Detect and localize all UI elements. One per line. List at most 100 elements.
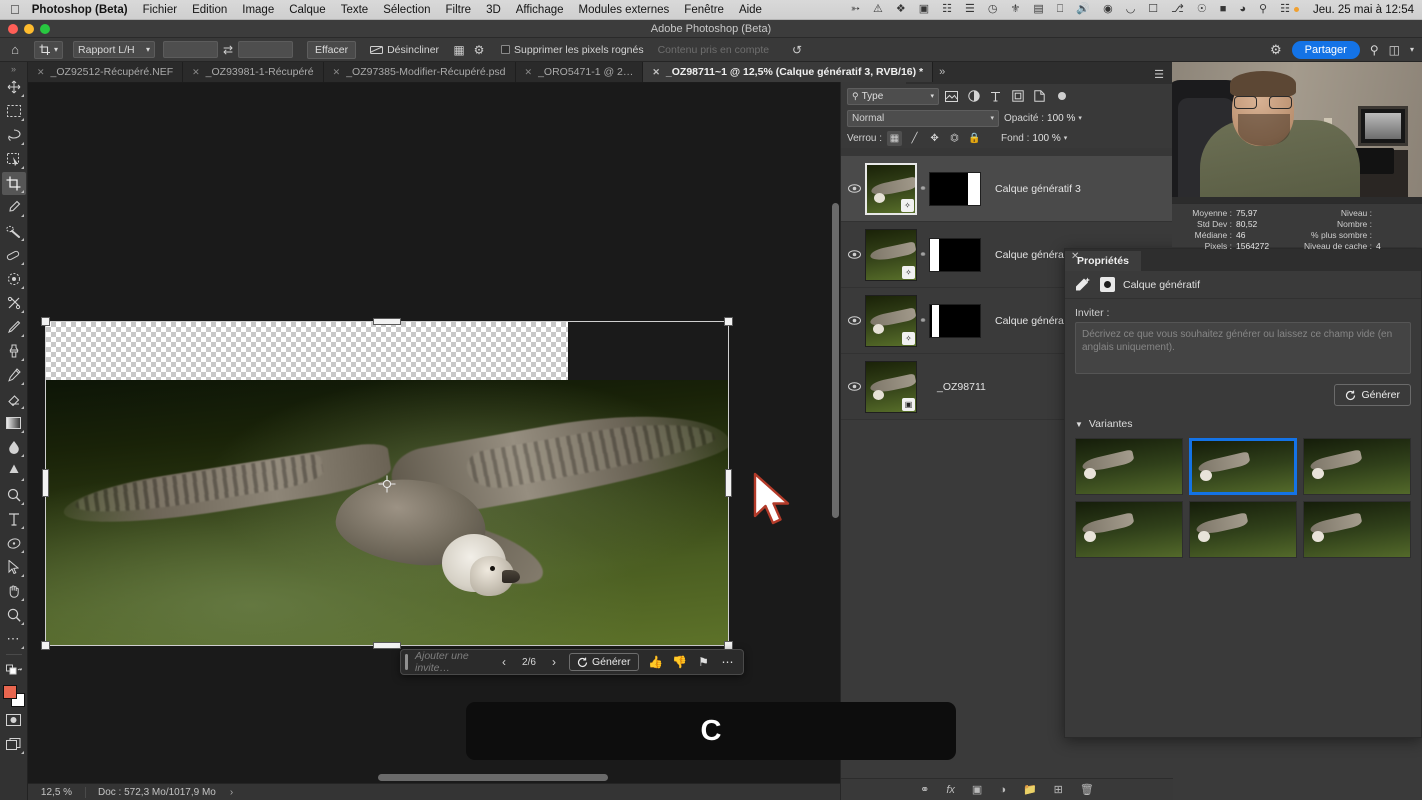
- record-icon[interactable]: ◉: [1103, 4, 1113, 15]
- layer-visibility-toggle[interactable]: [843, 316, 865, 325]
- close-icon[interactable]: ✕: [192, 67, 200, 78]
- variant-thumbnail[interactable]: [1189, 501, 1297, 558]
- variant-thumbnail[interactable]: [1075, 501, 1183, 558]
- toolbar-collapse-icon[interactable]: »: [11, 64, 16, 75]
- thumbs-up-icon[interactable]: 👍: [645, 655, 667, 669]
- text-tool[interactable]: [2, 508, 26, 531]
- menu-item-edition[interactable]: Edition: [192, 4, 227, 16]
- drag-handle[interactable]: [405, 654, 408, 670]
- content-aware-label[interactable]: Contenu pris en compte: [658, 44, 769, 56]
- status-expand-icon[interactable]: ›: [216, 787, 233, 798]
- opacity-field[interactable]: Opacité : 100 % ▾: [1004, 113, 1082, 124]
- layer-thumbnail[interactable]: ✧: [865, 228, 917, 281]
- menu-item-affichage[interactable]: Affichage: [516, 4, 564, 16]
- layer-visibility-toggle[interactable]: [843, 184, 865, 193]
- layer-thumbnail[interactable]: ✧: [865, 294, 917, 347]
- previous-variation-button[interactable]: ‹: [495, 655, 513, 669]
- lock-transparent-icon[interactable]: ▦: [887, 130, 903, 146]
- adjustment-layer-icon[interactable]: ◑: [999, 784, 1006, 796]
- new-layer-icon[interactable]: ⊞: [1054, 783, 1063, 796]
- search-icon[interactable]: ⚲: [1259, 4, 1267, 15]
- mask-link-icon[interactable]: ⚭: [917, 183, 929, 194]
- menu-clock[interactable]: Jeu. 25 mai à 12:54: [1313, 4, 1414, 16]
- fx-icon[interactable]: fx: [946, 784, 955, 796]
- lock-position-icon[interactable]: ✥: [927, 131, 942, 146]
- spot-healing-tool[interactable]: [2, 220, 26, 243]
- brush-tool[interactable]: [2, 316, 26, 339]
- maximize-window-button[interactable]: [40, 24, 50, 34]
- generative-fill-toolbar[interactable]: Ajouter une invite… ‹ 2/6 › Générer 👍 👎 …: [400, 649, 744, 675]
- clone-stamp-tool[interactable]: [2, 340, 26, 363]
- straighten-button[interactable]: Désincliner: [370, 44, 439, 56]
- marquee-tool[interactable]: [2, 100, 26, 123]
- apple-logo-icon[interactable]: : [10, 3, 20, 16]
- type-tool[interactable]: [2, 484, 26, 507]
- crop-tool[interactable]: [1, 171, 26, 195]
- blur-smudge-tool[interactable]: [2, 292, 26, 315]
- camera-icon[interactable]: ▣: [919, 4, 929, 15]
- prompt-input[interactable]: Ajouter une invite…: [415, 650, 493, 674]
- layer-thumbnail[interactable]: ✧: [865, 162, 917, 215]
- history-brush-tool[interactable]: [2, 364, 26, 387]
- add-mask-icon[interactable]: ▣: [972, 783, 982, 796]
- link-layers-icon[interactable]: ⚭: [920, 783, 929, 796]
- generate-button[interactable]: Générer: [569, 653, 639, 671]
- search-icon[interactable]: ⚲: [1370, 43, 1379, 57]
- reset-icon[interactable]: ↺: [787, 43, 807, 57]
- menu-item-fenetre[interactable]: Fenêtre: [684, 4, 724, 16]
- close-icon[interactable]: ✕: [1071, 251, 1079, 262]
- minimize-window-button[interactable]: [24, 24, 34, 34]
- prompt-textarea[interactable]: Décrivez ce que vous souhaitez générer o…: [1075, 322, 1411, 374]
- filter-toggle-icon[interactable]: [1058, 92, 1066, 100]
- menu-item-selection[interactable]: Sélection: [383, 4, 430, 16]
- transform-handle-tl[interactable]: [41, 317, 50, 326]
- swap-icon[interactable]: ⇄: [218, 43, 238, 57]
- clock-icon[interactable]: ◷: [988, 4, 998, 15]
- menu-item-filtre[interactable]: Filtre: [446, 4, 472, 16]
- pen-tool[interactable]: [2, 460, 26, 483]
- eraser-tool[interactable]: [2, 388, 26, 411]
- columns-icon[interactable]: ▤: [1033, 4, 1043, 15]
- menu-item-calque[interactable]: Calque: [289, 4, 325, 16]
- layer-name[interactable]: _OZ98711: [937, 381, 986, 393]
- chevron-down-icon[interactable]: ▾: [1410, 45, 1414, 54]
- menu-app-name[interactable]: Photoshop (Beta): [32, 4, 128, 16]
- lock-artboard-icon[interactable]: ⏣: [947, 131, 962, 146]
- be-icon[interactable]: ☐: [1148, 4, 1158, 15]
- canvas-vertical-scrollbar[interactable]: [832, 203, 839, 518]
- clipboard-icon[interactable]: ☰: [965, 4, 975, 15]
- transform-handle-top[interactable]: [373, 318, 401, 325]
- adjustment-filter-icon[interactable]: [964, 87, 983, 105]
- menu-item-image[interactable]: Image: [242, 4, 274, 16]
- variants-section-header[interactable]: ▼ Variantes: [1065, 414, 1421, 434]
- shape-tool[interactable]: [2, 532, 26, 555]
- transform-handle-left[interactable]: [42, 469, 49, 497]
- menu-item-texte[interactable]: Texte: [341, 4, 369, 16]
- document-tab[interactable]: ✕ _OZ92512-Récupéré.NEF: [28, 62, 184, 82]
- canvas-horizontal-scrollbar[interactable]: [378, 774, 608, 781]
- clear-button[interactable]: Effacer: [307, 40, 357, 59]
- transform-handle-bl[interactable]: [41, 641, 50, 650]
- object-selection-tool[interactable]: [2, 148, 26, 171]
- move-tool[interactable]: [2, 76, 26, 99]
- lasso-tool[interactable]: [2, 124, 26, 147]
- ellipsis-icon[interactable]: ⋯: [717, 655, 739, 669]
- transform-handle-right[interactable]: [725, 469, 732, 497]
- binoculars-icon[interactable]: ⚜: [1010, 4, 1020, 15]
- delete-layer-icon[interactable]: 🗑: [1080, 783, 1094, 796]
- fill-field[interactable]: Fond : 100 % ▾: [1001, 133, 1067, 144]
- screenshot-icon[interactable]: ☷: [942, 4, 952, 15]
- variant-thumbnail[interactable]: [1303, 438, 1411, 495]
- lock-image-icon[interactable]: ╱: [907, 131, 922, 146]
- document-tab-active[interactable]: ✕ _OZ98711~1 @ 12,5% (Calque génératif 3…: [643, 62, 934, 82]
- wifi-icon[interactable]: ◕: [1239, 4, 1246, 15]
- gradient-tool[interactable]: [2, 412, 26, 435]
- close-window-button[interactable]: [8, 24, 18, 34]
- next-variation-button[interactable]: ›: [545, 655, 563, 669]
- edit-toolbar-ellipsis-icon[interactable]: ⋯: [2, 628, 26, 651]
- active-tool-chip[interactable]: ▾: [34, 40, 64, 59]
- layer-name[interactable]: Calque génératif 3: [995, 183, 1081, 195]
- hand-tool[interactable]: [2, 580, 26, 603]
- type-filter-icon[interactable]: [986, 87, 1005, 105]
- layer-mask-thumbnail[interactable]: [929, 303, 981, 338]
